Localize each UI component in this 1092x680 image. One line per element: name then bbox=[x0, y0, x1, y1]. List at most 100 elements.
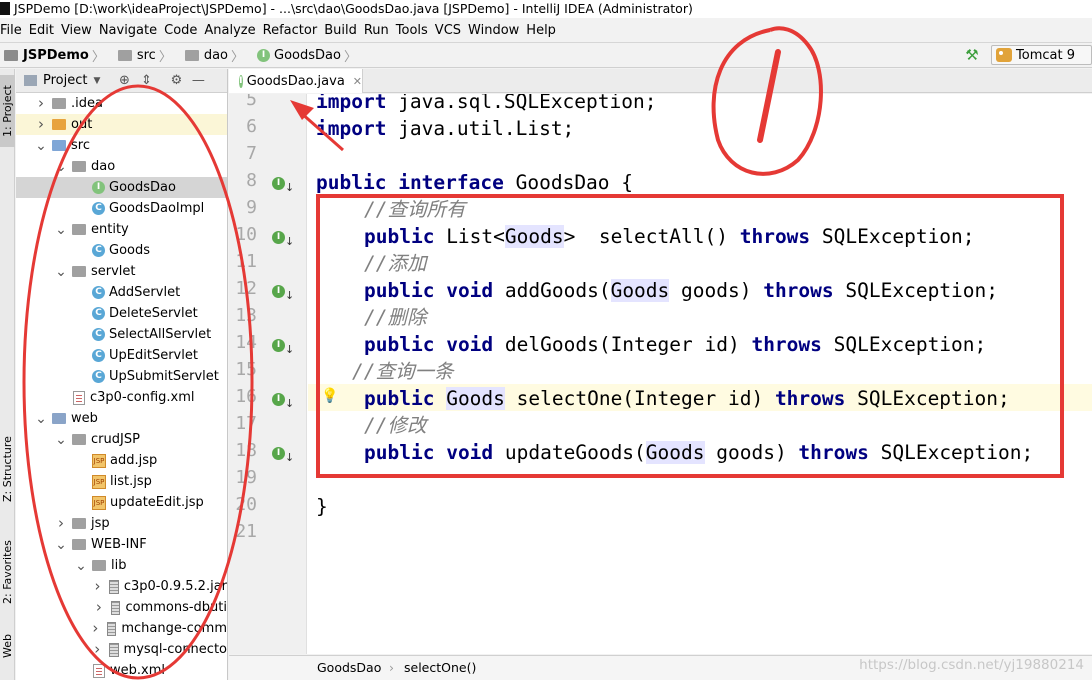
tree-item[interactable]: I GoodsDao bbox=[16, 177, 227, 198]
chevron-down-icon[interactable]: ⌄ bbox=[74, 559, 88, 573]
tool-tab-structure[interactable]: Z: Structure bbox=[0, 429, 15, 509]
tree-item-label: UpEditServlet bbox=[109, 348, 198, 363]
collapse-all-icon[interactable]: ⇕ bbox=[138, 73, 154, 89]
tree-item[interactable]: › out bbox=[16, 114, 227, 135]
menu-edit[interactable]: Edit bbox=[29, 20, 61, 41]
tree-item[interactable]: › commons-dbuti bbox=[16, 597, 227, 618]
folder-icon bbox=[72, 434, 86, 445]
implemented-marker-icon[interactable]: I bbox=[272, 177, 285, 190]
chevron-right-icon[interactable]: › bbox=[34, 93, 48, 114]
chevron-down-icon[interactable]: ⌄ bbox=[54, 433, 68, 447]
line-number: 15 bbox=[235, 359, 257, 380]
chevron-right-icon[interactable]: › bbox=[34, 114, 48, 135]
code-line-15: //查询一条 bbox=[352, 360, 454, 383]
implemented-marker-icon[interactable]: I bbox=[272, 339, 285, 352]
tree-item[interactable]: › c3p0-0.9.5.2.jar bbox=[16, 576, 227, 597]
breadcrumb-selectone[interactable]: selectOne() bbox=[404, 656, 476, 680]
tree-item[interactable]: C AddServlet bbox=[16, 282, 227, 303]
tree-item[interactable]: C UpSubmitServlet bbox=[16, 366, 227, 387]
tree-item[interactable]: › mysql-connecto bbox=[16, 639, 227, 660]
tab-goodsdao-java[interactable]: I GoodsDao.java ✕ bbox=[229, 69, 363, 93]
tree-item[interactable]: ⌄ lib bbox=[16, 555, 227, 576]
chevron-down-icon[interactable]: ▼ bbox=[93, 76, 100, 86]
menu-window[interactable]: Window bbox=[468, 20, 526, 41]
lightbulb-icon[interactable]: 💡 bbox=[321, 388, 338, 404]
tree-item[interactable]: JSP updateEdit.jsp bbox=[16, 492, 227, 513]
chevron-down-icon[interactable]: ⌄ bbox=[34, 139, 48, 153]
tree-item[interactable]: web.xml bbox=[16, 660, 227, 680]
menu-run[interactable]: Run bbox=[364, 20, 396, 41]
tool-tab-favorites[interactable]: 2: Favorites bbox=[0, 531, 15, 613]
tree-item-label: WEB-INF bbox=[91, 537, 147, 552]
menu-tools[interactable]: Tools bbox=[396, 20, 435, 41]
menu-refactor[interactable]: Refactor bbox=[263, 20, 325, 41]
chevron-right-icon[interactable]: › bbox=[89, 618, 102, 639]
chevron-right-icon: 〉 bbox=[91, 49, 105, 65]
menu-vcs[interactable]: VCS bbox=[435, 20, 468, 41]
interface-icon: I bbox=[257, 48, 271, 62]
tree-item[interactable]: JSP add.jsp bbox=[16, 450, 227, 471]
menu-build[interactable]: Build bbox=[324, 20, 364, 41]
chevron-down-icon[interactable]: ⌄ bbox=[54, 160, 68, 174]
menu-code[interactable]: Code bbox=[164, 20, 204, 41]
scroll-from-source-icon[interactable]: ⊕ bbox=[116, 73, 132, 89]
chevron-right-icon[interactable]: › bbox=[54, 513, 68, 534]
tool-tab-web[interactable]: Web bbox=[0, 629, 15, 663]
tree-item[interactable]: C SelectAllServlet bbox=[16, 324, 227, 345]
tree-item[interactable]: c3p0-config.xml bbox=[16, 387, 227, 408]
breadcrumb-project[interactable]: JSPDemo 〉 bbox=[0, 46, 110, 65]
implemented-marker-icon[interactable]: I bbox=[272, 231, 285, 244]
chevron-down-icon[interactable]: ⌄ bbox=[34, 412, 48, 426]
tree-item[interactable]: › mchange-comm bbox=[16, 618, 227, 639]
project-view-select[interactable]: Project bbox=[43, 73, 87, 88]
package-icon bbox=[72, 266, 86, 277]
menu-help[interactable]: Help bbox=[526, 20, 563, 41]
menu-analyze[interactable]: Analyze bbox=[204, 20, 262, 41]
breadcrumb-src[interactable]: src 〉 bbox=[114, 46, 177, 65]
breadcrumb-goodsdao[interactable]: GoodsDao bbox=[317, 656, 381, 680]
line-number: 5 bbox=[246, 94, 257, 110]
tool-tab-project[interactable]: 1: Project bbox=[0, 75, 15, 147]
tree-item[interactable]: ⌄ dao bbox=[16, 156, 227, 177]
tree-item[interactable]: › jsp bbox=[16, 513, 227, 534]
tree-item[interactable]: ⌄ servlet bbox=[16, 261, 227, 282]
tree-item[interactable]: ⌄ web bbox=[16, 408, 227, 429]
tree-item[interactable]: C DeleteServlet bbox=[16, 303, 227, 324]
close-icon[interactable]: ✕ bbox=[353, 75, 362, 88]
code-editor[interactable]: 5 6 7 8 I ↓ 9 10 I ↓ 11 12 I ↓ 13 14 I ↓ 15 16 I ↓ 17 18 I ↓ 19 20 2… bbox=[229, 94, 1092, 654]
implemented-marker-icon[interactable]: I bbox=[272, 393, 285, 406]
chevron-right-icon[interactable]: › bbox=[91, 576, 104, 597]
tree-item[interactable]: JSP list.jsp bbox=[16, 471, 227, 492]
chevron-right-icon[interactable]: › bbox=[92, 597, 106, 618]
hide-icon[interactable]: — bbox=[190, 73, 206, 89]
run-configuration-select[interactable]: Tomcat 9 bbox=[991, 45, 1092, 65]
tree-item[interactable]: C GoodsDaoImpl bbox=[16, 198, 227, 219]
menu-file[interactable]: File bbox=[0, 20, 29, 41]
breadcrumb-file[interactable]: I GoodsDao 〉 bbox=[253, 46, 362, 65]
code-line-9: //查询所有 bbox=[364, 198, 466, 221]
implemented-marker-icon[interactable]: I bbox=[272, 285, 285, 298]
build-hammer-icon[interactable]: ⚒ bbox=[963, 46, 981, 64]
tree-item[interactable]: C Goods bbox=[16, 240, 227, 261]
tree-item[interactable]: C UpEditServlet bbox=[16, 345, 227, 366]
chevron-right-icon: 〉 bbox=[231, 49, 245, 65]
line-number: 8 bbox=[246, 170, 257, 191]
chevron-down-icon[interactable]: ⌄ bbox=[54, 265, 68, 279]
chevron-right-icon[interactable]: › bbox=[91, 639, 104, 660]
menu-view[interactable]: View bbox=[61, 20, 99, 41]
breadcrumb-dao[interactable]: dao 〉 bbox=[181, 46, 249, 65]
chevron-down-icon[interactable]: ⌄ bbox=[54, 223, 68, 237]
menu-navigate[interactable]: Navigate bbox=[99, 20, 164, 41]
chevron-down-icon[interactable]: ⌄ bbox=[54, 538, 68, 552]
tree-item[interactable]: ⌄ src bbox=[16, 135, 227, 156]
code-line-18: public void updateGoods(Goods goods) thr… bbox=[364, 441, 1034, 464]
project-panel-header: Project ▼ ⊕ ⇕ ⚙ — bbox=[16, 69, 227, 93]
gear-icon[interactable]: ⚙ bbox=[168, 73, 184, 89]
line-number: 18 bbox=[235, 440, 257, 461]
tree-item[interactable]: › .idea bbox=[16, 93, 227, 114]
tree-item[interactable]: ⌄ entity bbox=[16, 219, 227, 240]
implemented-marker-icon[interactable]: I bbox=[272, 447, 285, 460]
tree-item-label: Goods bbox=[109, 243, 151, 258]
tree-item[interactable]: ⌄ WEB-INF bbox=[16, 534, 227, 555]
tree-item[interactable]: ⌄ crudJSP bbox=[16, 429, 227, 450]
